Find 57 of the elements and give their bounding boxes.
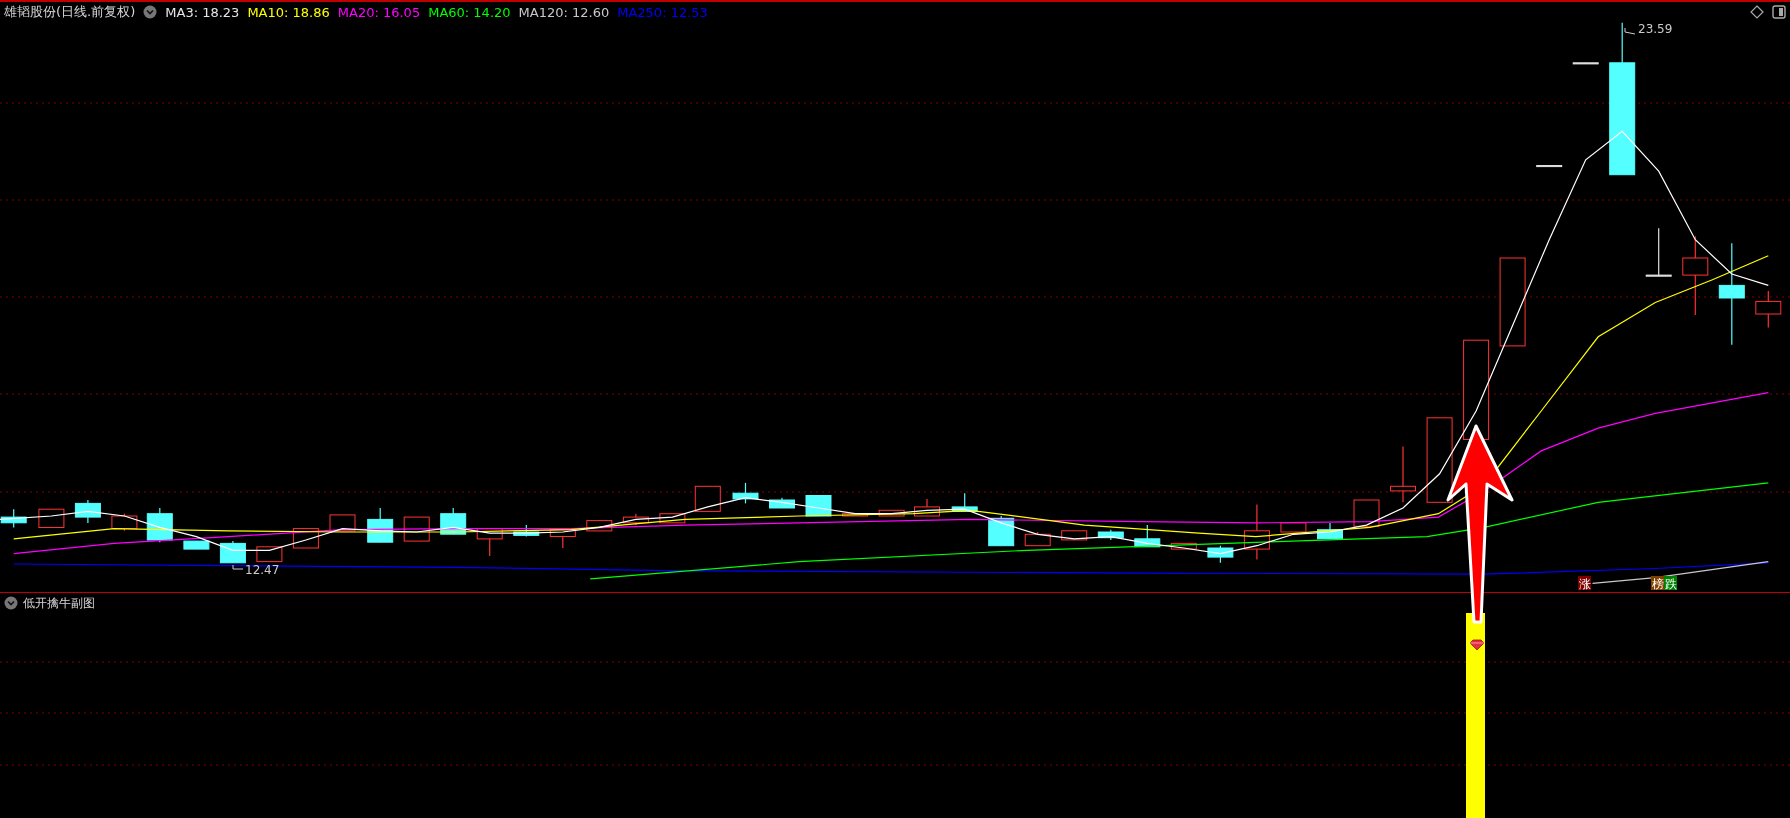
- chevron-down-icon[interactable]: [143, 5, 158, 19]
- candlestick: [988, 515, 1015, 547]
- candlestick: [659, 513, 686, 524]
- signal-tag: 涨: [1578, 576, 1591, 591]
- candlestick: [1353, 499, 1380, 527]
- diamond-icon[interactable]: [1750, 5, 1764, 19]
- indicator-value: MA10: 18.86: [247, 4, 330, 20]
- candlestick: [513, 524, 540, 538]
- candlestick: [329, 514, 356, 532]
- candlestick: [842, 513, 869, 517]
- candlestick: [1134, 524, 1161, 548]
- candlestick: [878, 509, 905, 517]
- candlestick: [951, 492, 978, 512]
- candlestick: [1243, 504, 1270, 560]
- low-price-label: 12.47: [245, 563, 280, 577]
- candlestick: [74, 499, 101, 524]
- candlestick: [1536, 164, 1563, 168]
- candlestick: [694, 485, 721, 512]
- candlestick: [1097, 529, 1124, 541]
- chevron-down-icon[interactable]: [4, 596, 18, 610]
- indicator-value: MA3: 18.23: [165, 4, 240, 20]
- candlestick: [0, 508, 27, 528]
- candlestick: [367, 507, 394, 543]
- candlestick: [732, 482, 759, 504]
- candlestick: [769, 497, 795, 509]
- indicator-title: 低开擒牛副图: [23, 594, 95, 612]
- signal-tag: 榜: [1651, 576, 1664, 591]
- candlestick: [914, 498, 940, 517]
- candlestick: [38, 508, 65, 528]
- candlestick: [1170, 542, 1197, 550]
- candlestick: [1572, 62, 1599, 65]
- candlestick: [1755, 290, 1782, 329]
- candlestick: [1061, 530, 1088, 541]
- signal-tag: 跌: [1664, 576, 1677, 591]
- candlestick: [183, 540, 210, 550]
- gem-icon: [1469, 639, 1485, 651]
- candlestick: [1207, 545, 1234, 564]
- candlestick: [549, 529, 576, 549]
- candlestick: [219, 540, 246, 564]
- indicator-value: MA60: 14.20: [428, 4, 511, 20]
- candlestick: [1645, 227, 1672, 277]
- candlestick: [622, 513, 649, 526]
- candlestick: [586, 520, 613, 532]
- candlestick: [1024, 531, 1051, 547]
- indicator-value: MA20: 16.05: [337, 4, 421, 20]
- candlestick: [1317, 522, 1343, 540]
- leader-line: [1624, 27, 1636, 35]
- high-price-label: 23.59: [1638, 22, 1673, 36]
- panel-toggle-icon[interactable]: [1772, 5, 1786, 19]
- chart-title: 雄韬股份(日线.前复权): [4, 3, 136, 21]
- candlestick: [111, 513, 138, 532]
- indicator-value: MA250: 12.53: [617, 4, 708, 20]
- leader-line: [232, 564, 244, 570]
- candlestick: [1390, 445, 1416, 503]
- candlestick: [1280, 522, 1307, 533]
- candlestick: [476, 528, 503, 557]
- indicator-value: MA120: 12.60: [518, 4, 610, 20]
